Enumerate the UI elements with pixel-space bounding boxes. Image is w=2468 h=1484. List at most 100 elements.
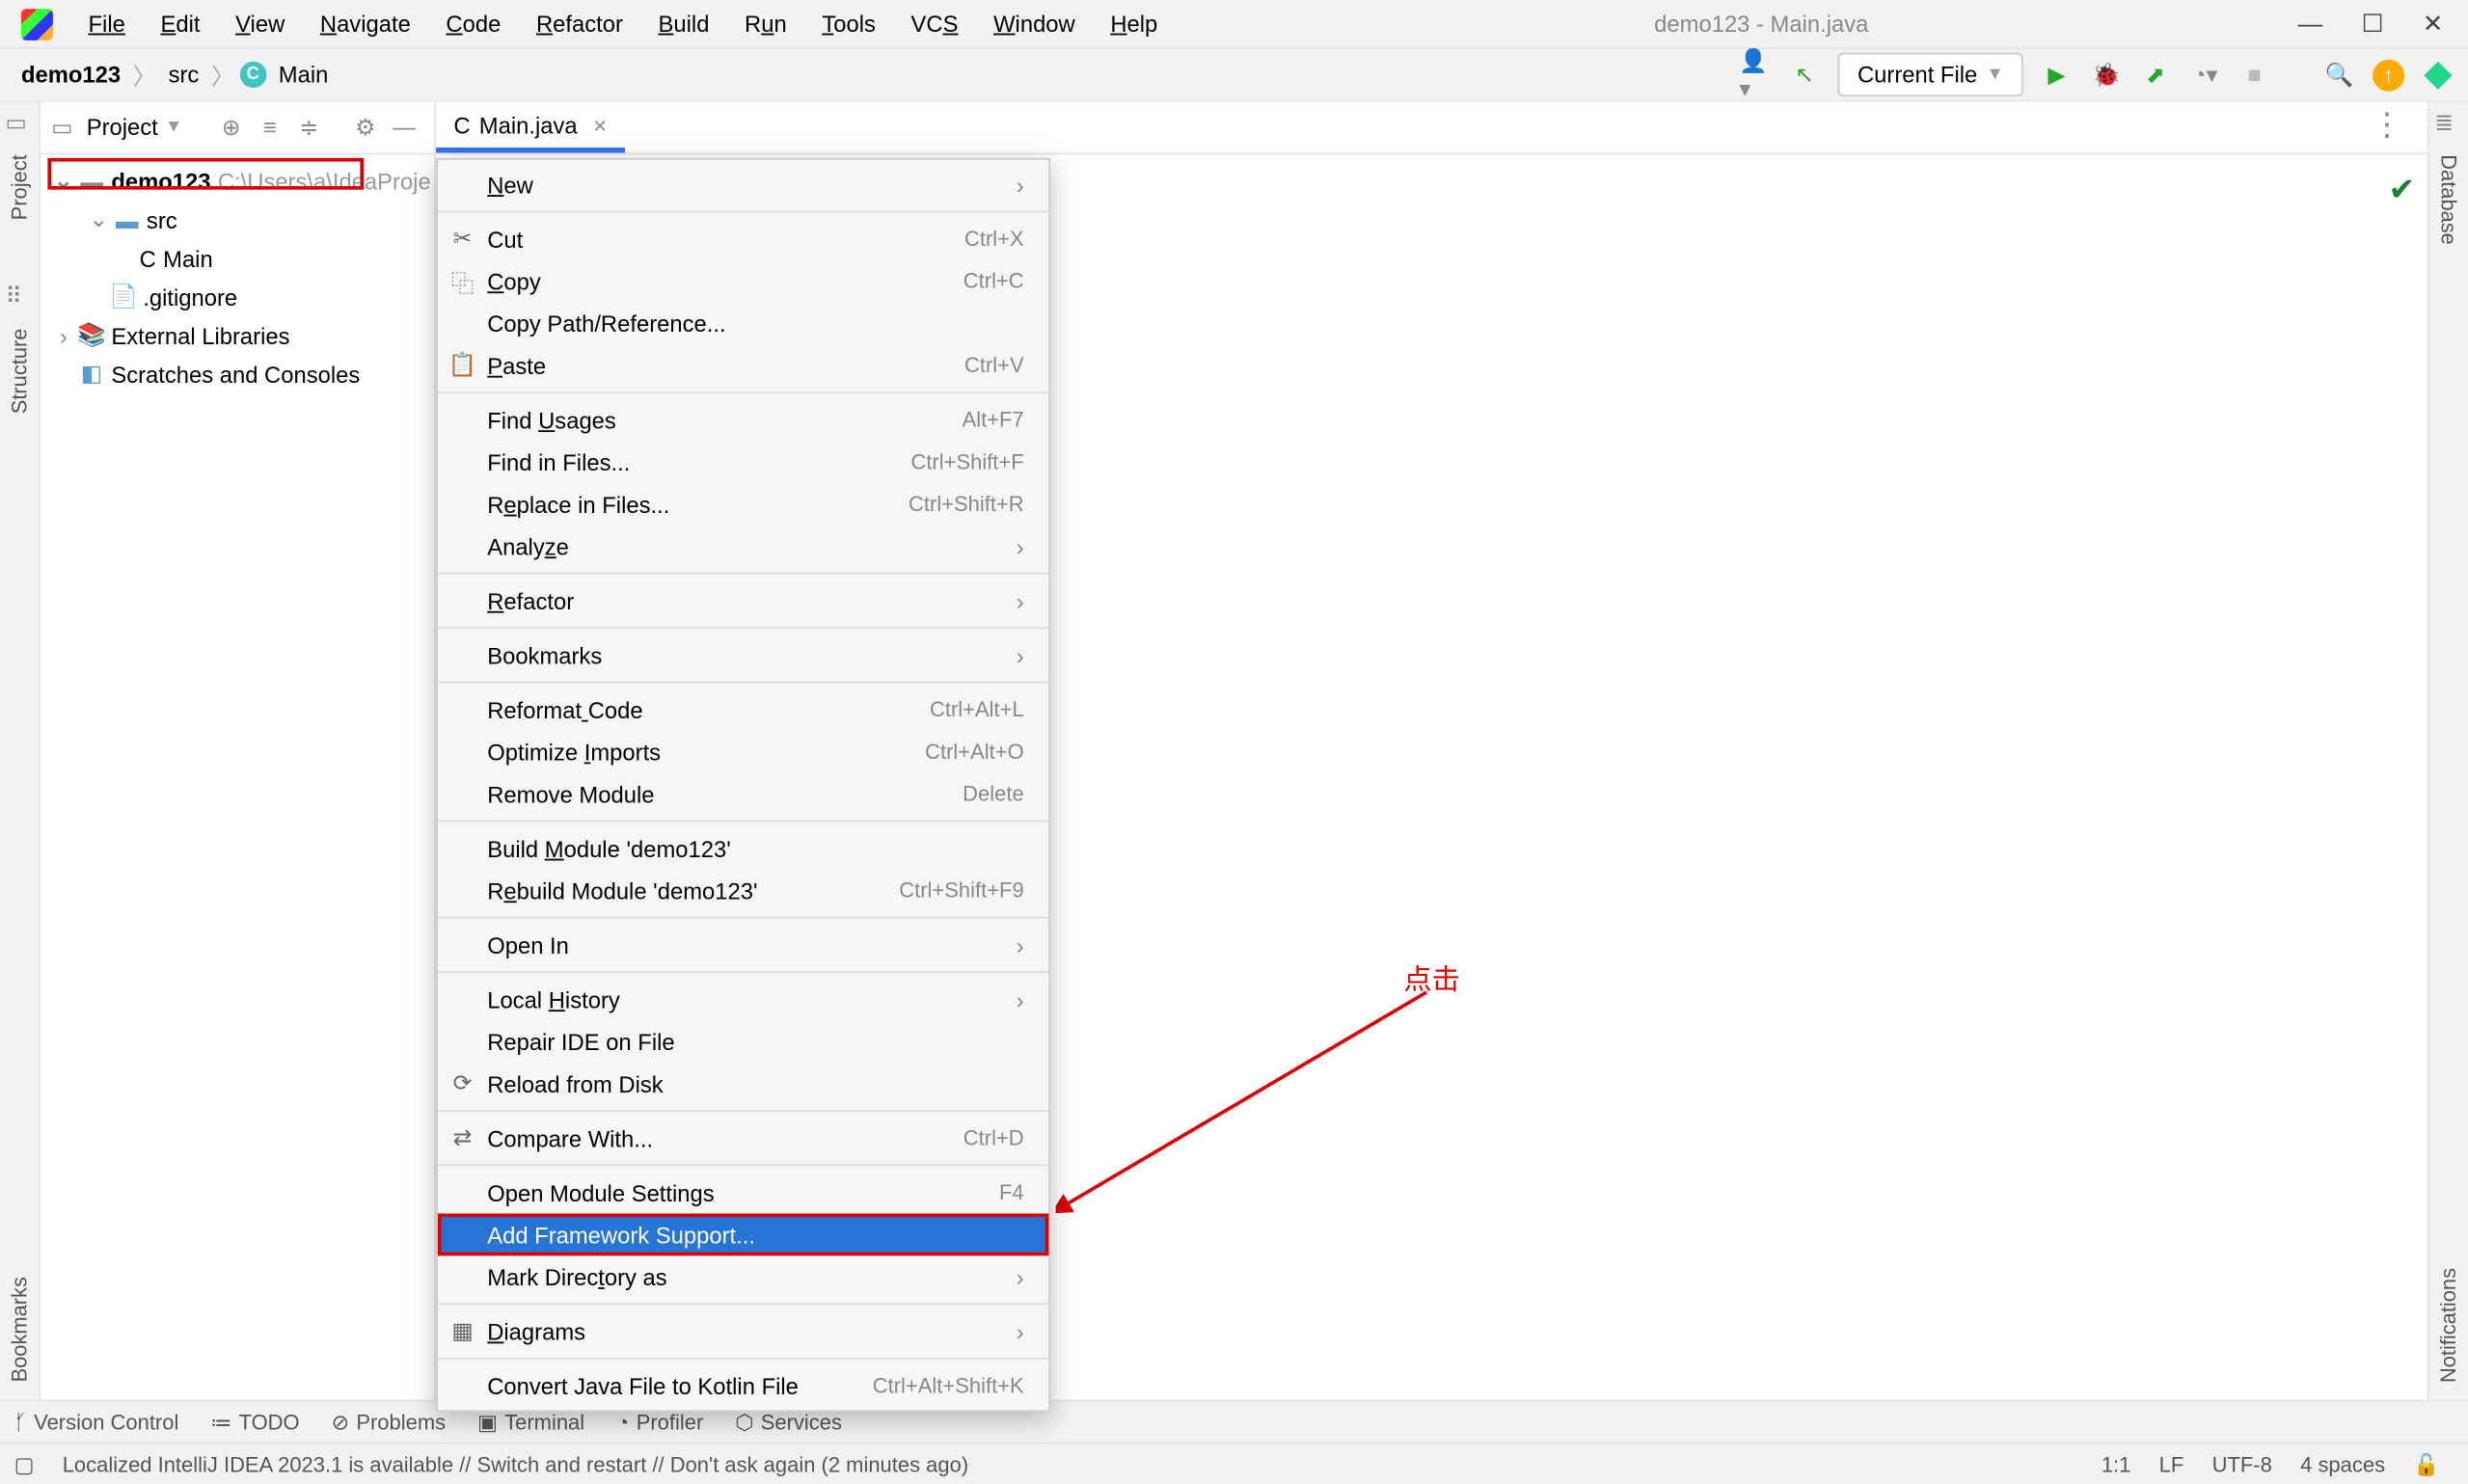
search-icon[interactable]: 🔍 (2323, 59, 2355, 91)
stop-icon[interactable]: ■ (2238, 59, 2270, 91)
window-minimize[interactable]: — (2298, 9, 2323, 39)
window-maximize[interactable]: ☐ (2362, 9, 2384, 39)
context-menu-item[interactable]: Remove ModuleDelete (438, 772, 1048, 815)
context-menu-item[interactable]: Reformat CodeCtrl+Alt+L (438, 688, 1048, 731)
context-menu-item[interactable]: Analyze› (438, 526, 1048, 568)
menu-run[interactable]: Run (730, 4, 800, 44)
context-menu-item[interactable]: ⇄Compare With...Ctrl+D (438, 1117, 1048, 1159)
structure-icon[interactable]: ⠿ (5, 283, 33, 311)
tab-close-icon[interactable]: × (586, 113, 607, 139)
context-menu-item[interactable]: Refactor› (438, 580, 1048, 622)
context-menu-item[interactable]: Find UsagesAlt+F7 (438, 398, 1048, 441)
menu-build[interactable]: Build (644, 4, 723, 44)
menu-code[interactable]: Code (432, 4, 515, 44)
context-menu-item[interactable]: ▦Diagrams› (438, 1310, 1048, 1353)
crumb-folder[interactable]: src (161, 62, 205, 88)
context-menu-item[interactable]: Repair IDE on File (438, 1020, 1048, 1063)
hide-icon[interactable]: — (385, 114, 423, 140)
status-message[interactable]: Localized IntelliJ IDEA 2023.1 is availa… (48, 1451, 983, 1475)
collapse-all-icon[interactable]: ≑ (289, 113, 328, 141)
readonly-icon[interactable]: 🔓 (2400, 1451, 2454, 1475)
run-config-selector[interactable]: Current File ▼ (1838, 53, 2023, 97)
line-separator[interactable]: LF (2145, 1451, 2198, 1475)
menu-help[interactable]: Help (1097, 4, 1172, 44)
menu-navigate[interactable]: Navigate (306, 4, 424, 44)
tree-scratches[interactable]: ◧ Scratches and Consoles (41, 355, 434, 393)
project-tool-icon[interactable]: ▭ (5, 109, 33, 137)
build-hammer-icon[interactable]: ↖ (1789, 59, 1821, 91)
status-bar: ▢ Localized IntelliJ IDEA 2023.1 is avai… (0, 1442, 2468, 1484)
tree-root[interactable]: ⌄▬ demo123 C:\Users\a\IdeaProje (41, 162, 434, 201)
crumb-file[interactable]: Main (271, 62, 335, 88)
context-menu-item[interactable]: 📋PasteCtrl+V (438, 344, 1048, 387)
tree-external-libraries[interactable]: ›📚 External Libraries (41, 316, 434, 355)
coverage-icon[interactable]: ⬈ (2140, 59, 2172, 91)
file-encoding[interactable]: UTF-8 (2198, 1451, 2287, 1475)
context-menu-item[interactable]: Add Framework Support... (438, 1214, 1048, 1256)
tab-main-java[interactable]: C Main.java × (436, 103, 624, 152)
update-icon[interactable]: ↑ (2373, 59, 2404, 91)
menu-view[interactable]: View (221, 4, 298, 44)
dropdown-arrow-icon[interactable]: ▼ (165, 118, 182, 137)
user-icon[interactable]: 👤▾ (1739, 59, 1771, 91)
tree-main[interactable]: C Main (41, 239, 434, 278)
inspection-ok-icon[interactable]: ✔ (2388, 172, 2415, 208)
context-menu-item[interactable]: Convert Java File to Kotlin FileCtrl+Alt… (438, 1364, 1048, 1407)
database-icon[interactable]: ≣ (2434, 109, 2462, 137)
profiler-icon[interactable]: ◔▾ (2189, 59, 2221, 91)
bookmarks-tool-label[interactable]: Bookmarks (0, 1266, 39, 1392)
tool-windows-icon[interactable]: ▢ (14, 1451, 48, 1475)
menu-tools[interactable]: Tools (808, 4, 890, 44)
menu-file[interactable]: File (74, 4, 140, 44)
project-tool-label[interactable]: Project (7, 144, 32, 230)
caret-position[interactable]: 1:1 (2087, 1451, 2145, 1475)
menu-refactor[interactable]: Refactor (522, 4, 637, 44)
window-close[interactable]: ✕ (2423, 9, 2443, 39)
menu-window[interactable]: Window (979, 4, 1089, 44)
profiler-button[interactable]: ◔ Profiler (616, 1410, 703, 1434)
project-tree[interactable]: ⌄▬ demo123 C:\Users\a\IdeaProje ⌄▬ src C… (41, 154, 434, 400)
crumb-sep: 〉 (127, 58, 161, 92)
crumb-project[interactable]: demo123 (14, 62, 128, 88)
services-button[interactable]: ⬡ Services (735, 1410, 842, 1434)
context-menu-item[interactable]: Bookmarks› (438, 634, 1048, 676)
structure-tool-label[interactable]: Structure (7, 318, 32, 425)
context-menu-item[interactable]: ⟳Reload from Disk (438, 1063, 1048, 1105)
tab-label: Main.java (479, 113, 578, 139)
todo-button[interactable]: ≔ TODO (210, 1410, 299, 1434)
version-control-button[interactable]: ᚶ Version Control (14, 1410, 179, 1434)
terminal-button[interactable]: ▣ Terminal (477, 1410, 584, 1434)
debug-icon[interactable]: 🐞 (2090, 59, 2122, 91)
indent-status[interactable]: 4 spaces (2286, 1451, 2399, 1475)
context-menu-item[interactable]: Local History› (438, 978, 1048, 1020)
tree-gitignore[interactable]: 📄 .gitignore (41, 278, 434, 316)
context-menu-item[interactable]: Replace in Files...Ctrl+Shift+R (438, 483, 1048, 526)
context-menu-item[interactable]: Build Module 'demo123' (438, 827, 1048, 870)
menu-edit[interactable]: Edit (147, 4, 214, 44)
problems-button[interactable]: ⊘ Problems (332, 1410, 447, 1434)
tree-src[interactable]: ⌄▬ src (41, 201, 434, 239)
settings-icon[interactable]: ⚙ (346, 113, 385, 141)
menu-vcs[interactable]: VCS (897, 4, 972, 44)
project-view-label[interactable]: Project (87, 114, 158, 140)
context-menu-item[interactable]: Copy Path/Reference... (438, 302, 1048, 344)
context-menu-item[interactable]: Find in Files...Ctrl+Shift+F (438, 441, 1048, 483)
context-menu-item[interactable]: Optimize ImportsCtrl+Alt+O (438, 731, 1048, 773)
context-menu-item[interactable]: Mark Directory as› (438, 1255, 1048, 1298)
bottom-tool-buttons: ᚶ Version Control ≔ TODO ⊘ Problems ▣ Te… (0, 1400, 2468, 1443)
context-menu-item[interactable]: Open Module SettingsF4 (438, 1172, 1048, 1214)
select-opened-icon[interactable]: ⊕ (212, 113, 251, 141)
editor-more-icon[interactable]: ⋮ (2346, 98, 2427, 152)
context-menu-item[interactable]: ✂CutCtrl+X (438, 218, 1048, 260)
class-icon: C (453, 113, 470, 139)
context-menu[interactable]: New› ✂CutCtrl+X⿻CopyCtrl+CCopy Path/Refer… (436, 158, 1050, 1412)
expand-all-icon[interactable]: ≡ (251, 114, 289, 140)
context-menu-item[interactable]: Rebuild Module 'demo123'Ctrl+Shift+F9 (438, 870, 1048, 912)
database-tool-label[interactable]: Database (2436, 144, 2461, 255)
jebrains-icon[interactable] (2422, 59, 2454, 91)
context-menu-item[interactable]: New› (438, 163, 1048, 205)
context-menu-item[interactable]: ⿻CopyCtrl+C (438, 260, 1048, 303)
run-icon[interactable]: ▶ (2041, 59, 2073, 91)
notifications-tool-label[interactable]: Notifications (2429, 1256, 2468, 1392)
context-menu-item[interactable]: Open In› (438, 924, 1048, 966)
